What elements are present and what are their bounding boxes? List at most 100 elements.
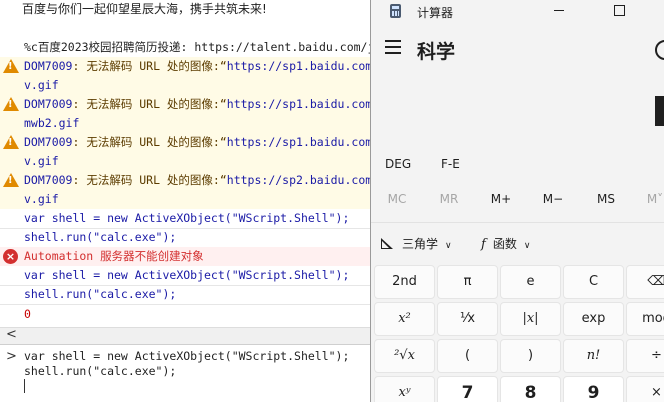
function-icon: f	[481, 237, 486, 252]
key-label: x²	[398, 311, 411, 326]
console-line: v.gif	[0, 152, 370, 171]
console-input-area[interactable]: > var shell = new ActiveXObject("WScript.…	[0, 344, 370, 402]
console-input-line[interactable]: shell.run("calc.exe");	[24, 364, 176, 378]
warning-url-link[interactable]: v.gif	[24, 192, 59, 206]
warning-message: : 无法解码 URL 处的图像:“	[72, 97, 227, 111]
display-value	[655, 96, 664, 126]
prompt-chevron-icon: >	[6, 349, 17, 364]
console-line: mwb2.gif	[0, 114, 370, 133]
warning-url-link[interactable]: v.gif	[24, 78, 59, 92]
menu-icon-bar	[385, 52, 401, 54]
console-line-text: 0	[24, 307, 31, 321]
key-2-4[interactable]: ÷	[626, 339, 664, 373]
key-2-3[interactable]: n!	[563, 339, 624, 373]
warning-url-link[interactable]: https://sp1.baidu.com/	[227, 59, 370, 73]
console-line-text: v.gif	[24, 152, 59, 171]
key-1-2[interactable]: |x|	[500, 302, 561, 336]
memory-button-mr[interactable]: MR	[429, 192, 469, 206]
console-line: DOM7009: 无法解码 URL 处的图像:“https://sp1.baid…	[0, 95, 370, 114]
console-line: × Automation 服务器不能创建对象	[0, 247, 370, 266]
console-line-text: var shell = new ActiveXObject("WScript.S…	[24, 211, 350, 225]
key-2-1[interactable]: (	[437, 339, 498, 373]
console-line-text: v.gif	[24, 76, 59, 95]
console-line: 百度与你们一起仰望星辰大海，携手共筑未来!	[0, 0, 370, 19]
angle-unit-button[interactable]: DEG	[385, 157, 411, 171]
key-3-4[interactable]: ×	[626, 376, 664, 402]
console-line: DOM7009: 无法解码 URL 处的图像:“https://sp1.baid…	[0, 57, 370, 76]
console-line-text: DOM7009: 无法解码 URL 处的图像:“https://sp1.baid…	[24, 133, 370, 152]
maximize-button[interactable]	[599, 0, 639, 24]
horizontal-scrollbar[interactable]: <	[0, 327, 370, 344]
console-input-line[interactable]: var shell = new ActiveXObject("WScript.S…	[24, 349, 349, 363]
console-line: 0	[0, 305, 370, 324]
key-0-3[interactable]: C	[563, 265, 624, 299]
memory-button-m˅[interactable]: M˅	[635, 192, 664, 206]
scroll-left-arrow-icon[interactable]: <	[6, 327, 17, 342]
console-line-text: DOM7009: 无法解码 URL 处的图像:“https://sp2.baid…	[24, 171, 370, 190]
warning-url-link[interactable]: v.gif	[24, 154, 59, 168]
calculator-titlebar[interactable]: 计算器	[371, 0, 664, 24]
console-line: shell.run("calc.exe");	[0, 228, 370, 248]
warning-message: : 无法解码 URL 处的图像:“	[72, 59, 227, 73]
warning-icon	[3, 59, 19, 73]
key-1-0[interactable]: x²	[374, 302, 435, 336]
function-dropdown[interactable]: f 函数 ∨	[481, 235, 530, 252]
key-label: n!	[586, 348, 601, 363]
console-line: DOM7009: 无法解码 URL 处的图像:“https://sp1.baid…	[0, 133, 370, 152]
warning-url-link[interactable]: https://sp1.baidu.com/	[227, 135, 370, 149]
function-label: 函数	[492, 237, 517, 251]
minimize-button[interactable]	[539, 0, 579, 24]
trigonometry-label: 三角学	[402, 237, 439, 251]
key-1-3[interactable]: exp	[563, 302, 624, 336]
warning-url-link[interactable]: https://sp1.baidu.com/	[227, 97, 370, 111]
console-line: %c百度2023校园招聘简历投递: https://talent.baidu.c…	[0, 38, 370, 58]
key-label: |x|	[522, 311, 539, 326]
key-3-3[interactable]: 9	[563, 376, 624, 402]
console-line-text: DOM7009: 无法解码 URL 处的图像:“https://sp1.baid…	[24, 57, 370, 76]
error-icon: ×	[3, 249, 18, 264]
key-0-0[interactable]: 2nd	[374, 265, 435, 299]
console-line-text: v.gif	[24, 190, 59, 209]
console-line: v.gif	[0, 190, 370, 209]
window-title: 计算器	[417, 6, 454, 20]
trigonometry-dropdown[interactable]: 三角学 ∨	[381, 235, 452, 252]
key-0-2[interactable]: e	[500, 265, 561, 299]
warning-icon	[3, 97, 19, 111]
warning-url-link[interactable]: mwb2.gif	[24, 116, 79, 130]
key-0-4[interactable]: ⌫	[626, 265, 664, 299]
fe-button[interactable]: F-E	[441, 157, 460, 171]
function-bar: 三角学 ∨ f 函数 ∨	[371, 222, 664, 265]
key-0-1[interactable]: π	[437, 265, 498, 299]
key-3-2[interactable]: 8	[500, 376, 561, 402]
key-label: ²√x	[394, 348, 415, 363]
memory-button-mc[interactable]: MC	[377, 192, 417, 206]
memory-button-ms[interactable]: MS	[586, 192, 626, 206]
memory-button-m+[interactable]: M+	[481, 192, 521, 206]
key-3-0[interactable]: xʸ	[374, 376, 435, 402]
key-2-2[interactable]: )	[500, 339, 561, 373]
maximize-icon	[613, 5, 625, 16]
key-2-0[interactable]: ²√x	[374, 339, 435, 373]
key-label: xʸ	[398, 385, 411, 400]
console-line-text: DOM7009: 无法解码 URL 处的图像:“https://sp1.baid…	[24, 95, 370, 114]
key-3-1[interactable]: 7	[437, 376, 498, 402]
text-caret	[24, 379, 25, 393]
devtools-console: 百度与你们一起仰望星辰大海，携手共筑未来! %c百度2023校园招聘简历投递: h…	[0, 0, 370, 402]
memory-button-m−[interactable]: M−	[533, 192, 573, 206]
history-icon[interactable]	[655, 40, 664, 60]
triangle-icon	[381, 238, 393, 249]
chevron-down-icon: ∨	[445, 241, 452, 251]
console-line-text: 百度与你们一起仰望星辰大海，携手共筑未来!	[22, 2, 267, 16]
key-1-1[interactable]: ¹⁄x	[437, 302, 498, 336]
warning-code: DOM7009	[24, 135, 73, 149]
console-line-text: %c百度2023校园招聘简历投递: https://talent.baidu.c…	[24, 40, 370, 54]
hamburger-menu-button[interactable]	[385, 40, 401, 54]
warning-icon	[3, 173, 19, 187]
calculator-window: 计算器 科学 DEG F-E MC MR M+ M− MS M˅ 三角学 ∨ f 函数 ∨ 2n…	[370, 0, 664, 402]
warning-icon	[3, 135, 19, 149]
console-line: v.gif	[0, 76, 370, 95]
console-line-text: Automation 服务器不能创建对象	[24, 249, 204, 263]
key-1-4[interactable]: mod	[626, 302, 664, 336]
console-line-text: mwb2.gif	[24, 114, 79, 133]
warning-url-link[interactable]: https://sp2.baidu.com/	[227, 173, 370, 187]
